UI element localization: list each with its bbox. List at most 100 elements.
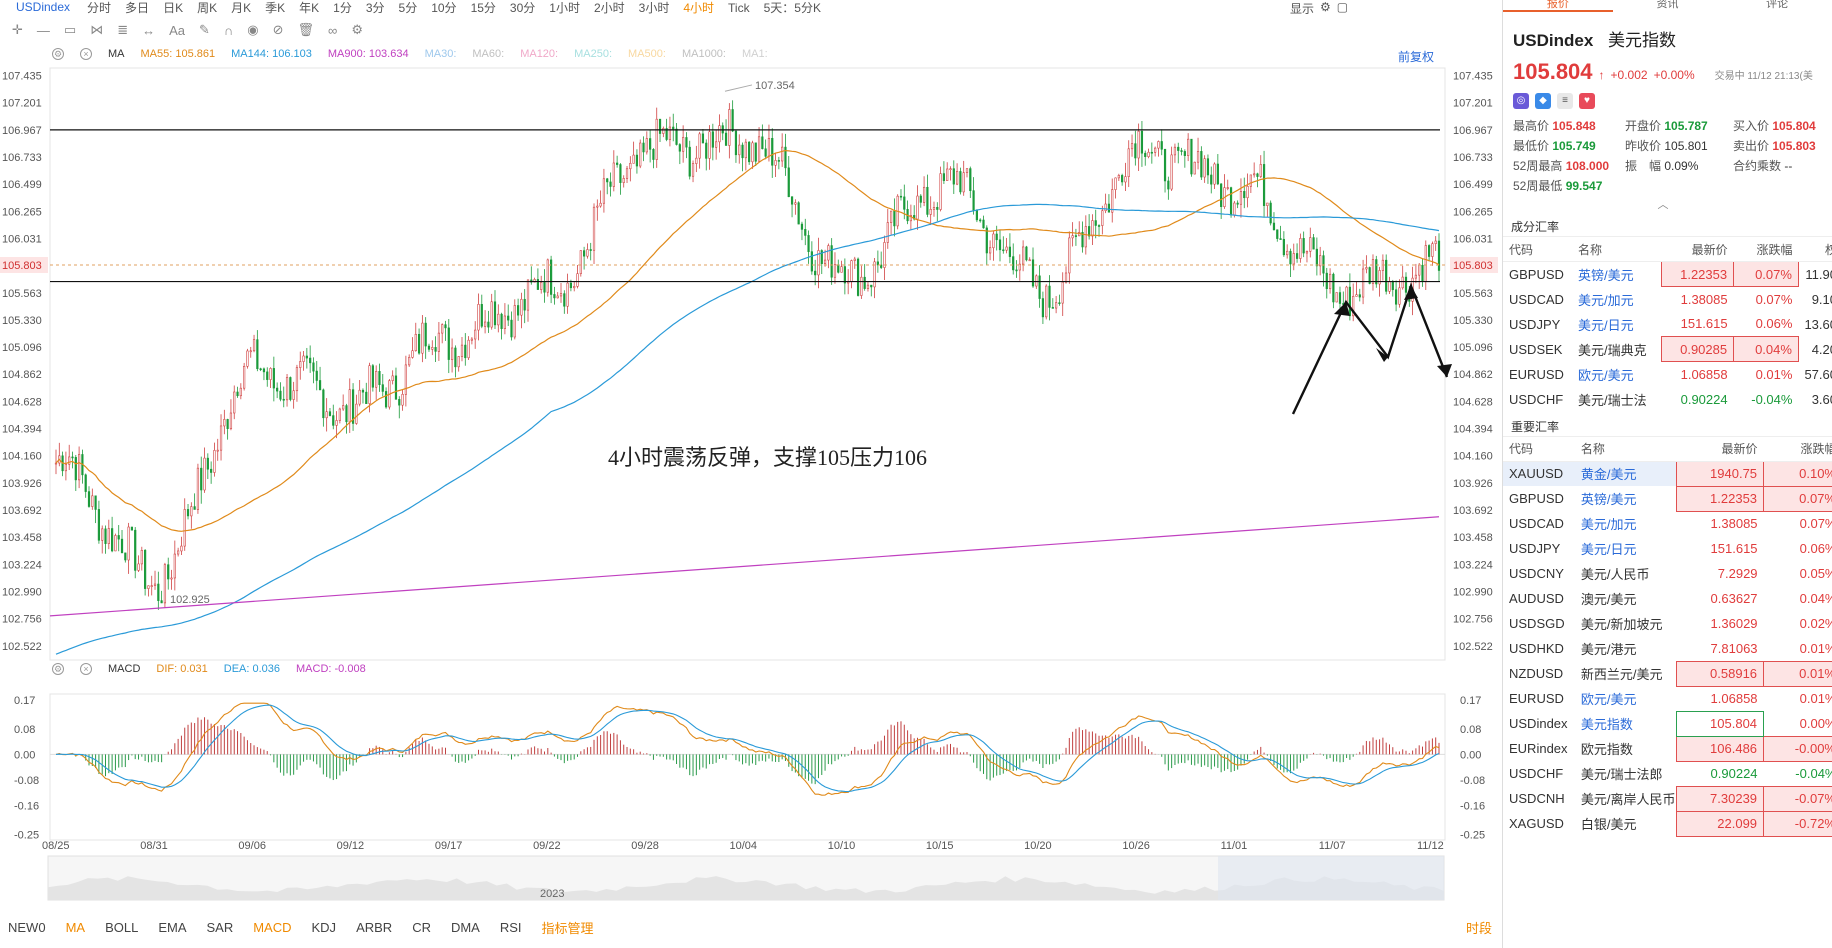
timeframe-4[interactable]: 月K (231, 1, 251, 15)
eye-icon[interactable]: ◉ (247, 22, 258, 38)
timeframe-8[interactable]: 3分 (366, 1, 385, 15)
timeframe-13[interactable]: 1小时 (549, 1, 580, 15)
timeframe-15[interactable]: 3小时 (639, 1, 670, 15)
table-row[interactable]: USDCAD 美元/加元 1.38085 0.07% 9.10 (1503, 287, 1832, 312)
chart-svg[interactable]: 107.435 107.435 107.201 107.201 106.967 106.9… (0, 44, 1500, 924)
link-icon[interactable]: ∞ (328, 23, 337, 38)
indicator-tab-11[interactable]: 指标管理 (542, 918, 594, 937)
note-icon[interactable]: ≡ (1557, 93, 1573, 109)
arrow-tool-icon[interactable]: ↔ (142, 23, 155, 38)
indicator-tab-3[interactable]: EMA (158, 920, 186, 935)
macd-legend-item-3[interactable]: MACD: -0.008 (296, 663, 366, 675)
legend-settings-icon[interactable]: ⚙ (52, 48, 64, 60)
macd-legend-item-1[interactable]: DIF: 0.031 (156, 663, 207, 675)
table-row[interactable]: USDCNH 美元/离岸人民币 7.30239 -0.07% (1503, 785, 1832, 812)
fib-tool-icon[interactable]: ≣ (117, 22, 128, 38)
ma-legend-item-7[interactable]: MA250: (574, 48, 612, 60)
macd-settings-icon[interactable]: ⚙ (52, 663, 64, 675)
timeframe-11[interactable]: 15分 (471, 1, 496, 15)
hide-icon[interactable]: ⊘ (273, 22, 284, 38)
header-cell[interactable]: 代码 (1503, 236, 1572, 262)
header-cell[interactable]: 最新价 (1661, 236, 1734, 262)
magnet-icon[interactable]: ∩ (224, 23, 233, 38)
timeframe-6[interactable]: 年K (299, 1, 319, 15)
ma-legend-item-3[interactable]: MA900: 103.634 (328, 48, 409, 60)
symbol-label[interactable]: USDindex (16, 0, 70, 14)
header-cell[interactable]: 名称 (1574, 435, 1677, 462)
table-row[interactable]: USDindex 美元指数 105.804 0.00% (1503, 710, 1832, 737)
table-row[interactable]: USDCHF 美元/瑞士法郎 0.90224 -0.04% (1503, 761, 1832, 786)
ma-legend-item-8[interactable]: MA500: (628, 48, 666, 60)
indicator-tab-4[interactable]: SAR (206, 920, 233, 935)
table-row[interactable]: USDJPY 美元/日元 151.615 0.06% (1503, 536, 1832, 561)
ma-legend-item-4[interactable]: MA30: (425, 48, 457, 60)
globe-icon[interactable]: ◎ (1513, 93, 1529, 109)
table-row[interactable]: NZDUSD 新西兰元/美元 0.589160.01% (1503, 660, 1832, 687)
ma-legend-item-10[interactable]: MA1: (742, 48, 768, 60)
timeframe-16[interactable]: 4小时 (683, 1, 714, 15)
indicator-tab-5[interactable]: MACD (253, 920, 291, 935)
indicator-tab-0[interactable]: NEW0 (8, 920, 46, 935)
indicator-tab-1[interactable]: MA (66, 920, 86, 935)
table-row[interactable]: XAUUSD 黄金/美元 1940.750.10% (1503, 460, 1832, 487)
timeframe-5[interactable]: 季K (265, 1, 285, 15)
table-row[interactable]: USDSGD 美元/新加坡元 1.36029 0.02% (1503, 611, 1832, 636)
restore-button[interactable]: 前复权 (1398, 48, 1434, 65)
header-cell[interactable]: 最新价 (1676, 435, 1764, 462)
table-row[interactable]: USDCNY 美元/人民币 7.2929 0.05% (1503, 561, 1832, 586)
ma-legend-item-0[interactable]: MA (108, 48, 125, 60)
text-tool-icon[interactable]: Aa (169, 23, 185, 38)
table-row[interactable]: USDSEK 美元/瑞典克 0.902850.04% 4.20 (1503, 336, 1832, 362)
table-row[interactable]: USDHKD 美元/港元 7.81063 0.01% (1503, 636, 1832, 661)
timeframe-0[interactable]: 分时 (87, 1, 111, 15)
timeframe-3[interactable]: 周K (197, 1, 217, 15)
timeframe-12[interactable]: 30分 (510, 1, 535, 15)
timeframe-2[interactable]: 日K (163, 1, 183, 15)
header-cell[interactable]: 涨跌幅 (1733, 236, 1799, 262)
table-row[interactable]: GBPUSD 英镑/美元 1.223530.07% 11.90 (1503, 261, 1832, 287)
rect-tool-icon[interactable]: ▭ (64, 22, 76, 38)
table-row[interactable]: USDCAD 美元/加元 1.38085 0.07% (1503, 511, 1832, 536)
table-row[interactable]: GBPUSD 英镑/美元 1.223530.07% (1503, 485, 1832, 512)
macd-legend-item-0[interactable]: MACD (108, 663, 140, 675)
fork-tool-icon[interactable]: ⋈ (90, 22, 103, 38)
drawn-arrow-path[interactable] (1291, 282, 1449, 415)
period-button[interactable]: 时段 (1466, 918, 1492, 937)
ma-legend-item-2[interactable]: MA144: 106.103 (231, 48, 312, 60)
timeframe-9[interactable]: 5分 (399, 1, 418, 15)
table-row[interactable]: XAGUSD 白银/美元 22.099 -0.72% (1503, 810, 1832, 837)
table-row[interactable]: EURindex 欧元指数 106.486 -0.00% (1503, 735, 1832, 762)
indicator-tab-9[interactable]: DMA (451, 920, 480, 935)
pen-tool-icon[interactable]: ✎ (199, 22, 210, 38)
panel-tab-0[interactable]: 报价 (1503, 0, 1613, 12)
header-cell[interactable]: 代码 (1503, 435, 1575, 462)
timeframe-7[interactable]: 1分 (333, 1, 352, 15)
header-cell[interactable]: 涨跌幅 (1763, 435, 1832, 462)
ma-legend-item-5[interactable]: MA60: (472, 48, 504, 60)
gear-icon[interactable]: ⚙ (1320, 0, 1331, 14)
collapse-icon[interactable]: ︿ (1513, 196, 1813, 212)
header-cell[interactable]: 名称 (1571, 236, 1662, 262)
legend-close-icon[interactable]: × (80, 48, 92, 60)
ma-legend-item-6[interactable]: MA120: (520, 48, 558, 60)
timeframe-1[interactable]: 多日 (125, 1, 149, 15)
table-row[interactable]: USDJPY 美元/日元 151.615 0.06% 13.60 (1503, 312, 1832, 337)
heart-icon[interactable]: ♥ (1579, 93, 1595, 109)
macd-legend-item-2[interactable]: DEA: 0.036 (224, 663, 280, 675)
ma-legend-item-9[interactable]: MA1000: (682, 48, 726, 60)
indicator-tab-2[interactable]: BOLL (105, 920, 138, 935)
navigator-window[interactable] (1218, 856, 1444, 900)
timeframe-10[interactable]: 10分 (431, 1, 456, 15)
timeframe-18[interactable]: 5天：5分K (764, 1, 821, 15)
window-icon[interactable]: ▢ (1337, 0, 1348, 14)
trash-icon[interactable]: 🗑 (298, 22, 315, 38)
panel-tab-2[interactable]: 评论 (1722, 0, 1832, 12)
settings-icon[interactable]: ⚙ (351, 22, 363, 38)
chart-area[interactable]: 107.435 107.435 107.201 107.201 106.967 106.9… (0, 44, 1500, 924)
line-tool-icon[interactable]: — (37, 23, 50, 38)
ma-legend-item-1[interactable]: MA55: 105.861 (141, 48, 216, 60)
header-cell[interactable]: 权 (1798, 236, 1832, 262)
timeframe-14[interactable]: 2小时 (594, 1, 625, 15)
indicator-tab-8[interactable]: CR (412, 920, 431, 935)
display-button[interactable]: 显示 (1290, 0, 1314, 14)
